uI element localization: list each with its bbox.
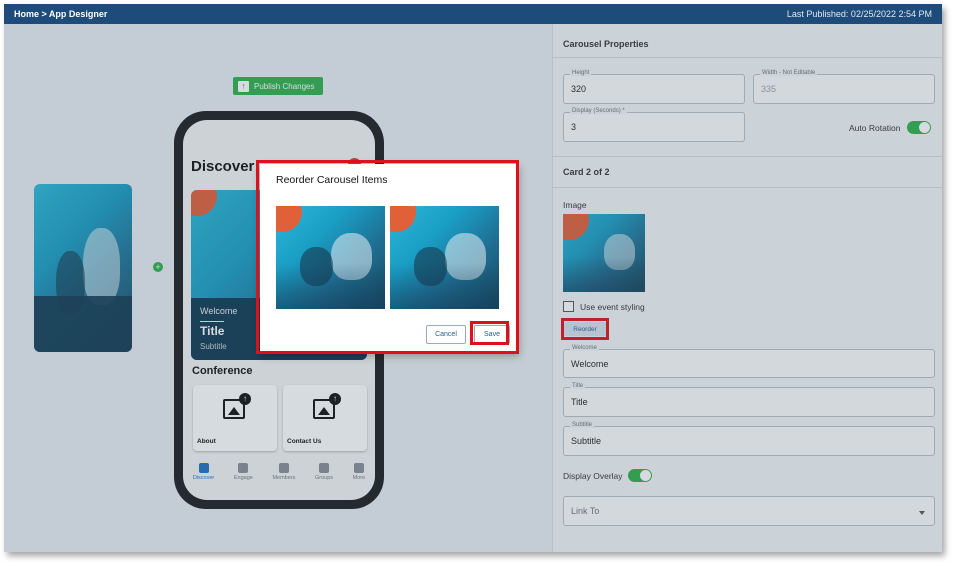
save-highlight xyxy=(470,321,509,345)
app-window: Home > App Designer Last Published: 02/2… xyxy=(4,4,942,552)
top-bar: Home > App Designer Last Published: 02/2… xyxy=(4,4,942,24)
last-published-text: Last Published: 02/25/2022 2:54 PM xyxy=(786,9,932,19)
breadcrumb[interactable]: Home > App Designer xyxy=(14,9,107,19)
